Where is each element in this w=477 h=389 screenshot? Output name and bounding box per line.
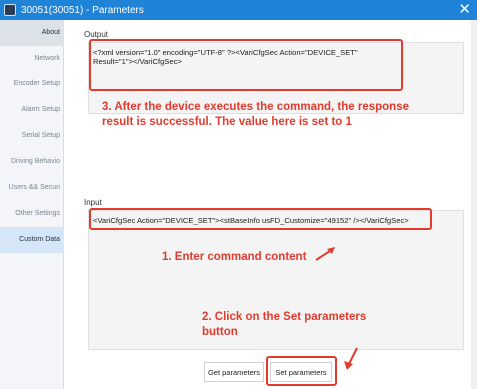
- title-bar: 30051(30051) - Parameters ✕: [0, 0, 477, 20]
- window-title: 30051(30051) - Parameters: [21, 4, 144, 16]
- close-icon[interactable]: ✕: [458, 1, 471, 19]
- input-label: Input: [84, 198, 102, 207]
- sidebar-item-serial-setup[interactable]: Serial Setup: [0, 123, 64, 149]
- arrow-step-2-icon: [344, 347, 358, 370]
- output-label: Output: [84, 30, 109, 39]
- sidebar-item-custom-data[interactable]: Custom Data: [0, 227, 64, 253]
- sidebar-item-driving-behavior[interactable]: Driving Behavio: [0, 149, 64, 175]
- annotation-step-3: 3. After the device executes the command…: [102, 101, 409, 128]
- output-highlight: [89, 39, 403, 91]
- sidebar-item-users-security[interactable]: Users && Securi: [0, 175, 64, 201]
- annotation-step-2: 2. Click on the Set parameters button: [202, 311, 367, 338]
- scrollbar[interactable]: [471, 20, 477, 389]
- app-icon: [4, 4, 16, 16]
- set-button-highlight: [266, 356, 337, 386]
- get-parameters-button[interactable]: Get parameters: [204, 362, 264, 382]
- sidebar-item-encoder-setup[interactable]: Encoder Setup: [0, 71, 64, 97]
- main-panel: Output <?xml version="1.0" encoding="UTF…: [64, 20, 477, 389]
- input-highlight: [89, 208, 432, 230]
- sidebar-item-about[interactable]: About: [0, 20, 64, 46]
- sidebar-item-network[interactable]: Network: [0, 46, 64, 72]
- sidebar: About Network Encoder Setup Alarm Setup …: [0, 20, 64, 389]
- arrow-step-1-icon: [315, 247, 335, 261]
- sidebar-item-alarm-setup[interactable]: Alarm Setup: [0, 97, 64, 123]
- sidebar-item-other-settings[interactable]: Other Settings: [0, 201, 64, 227]
